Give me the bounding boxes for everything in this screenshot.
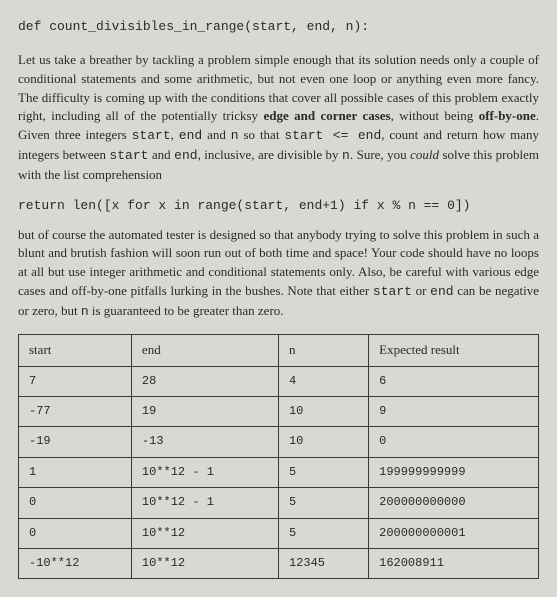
code-line: return len([x for x in range(start, end+… [18,197,539,216]
table-cell: 4 [278,366,368,396]
table-cell: 12345 [278,549,368,579]
table-row: 010**125200000000001 [19,518,539,548]
inline-code: start [132,128,171,143]
table-cell: 7 [19,366,132,396]
table-cell: -13 [131,427,278,457]
table-row: 72846 [19,366,539,396]
text: is guaranteed to be greater than zero. [89,303,284,318]
text: and [202,127,231,142]
table-cell: 199999999999 [369,457,539,487]
table-cell: 0 [19,488,132,518]
table-cell: 0 [369,427,539,457]
table-row: -10**1210**1212345162008911 [19,549,539,579]
examples-table: start end n Expected result 72846-771910… [18,334,539,580]
bold-text: off-by-one [479,108,536,123]
table-cell: 10**12 [131,518,278,548]
inline-code: end [174,148,197,163]
table-cell: 1 [19,457,132,487]
table-cell: 10 [278,397,368,427]
inline-code: n [342,148,350,163]
table-row: 110**12 - 15199999999999 [19,457,539,487]
table-cell: 28 [131,366,278,396]
header-n: n [278,334,368,366]
table-cell: -19 [19,427,132,457]
paragraph-1: Let us take a breather by tackling a pro… [18,51,539,185]
table-cell: 0 [19,518,132,548]
inline-code: start <= end [284,128,381,143]
table-cell: 162008911 [369,549,539,579]
table-cell: -10**12 [19,549,132,579]
table-cell: 10**12 - 1 [131,457,278,487]
italic-text: could [410,147,439,162]
table-cell: -77 [19,397,132,427]
header-end: end [131,334,278,366]
bold-text: edge and corner cases [263,108,390,123]
inline-code: start [373,284,412,299]
function-signature: def count_divisibles_in_range(start, end… [18,18,539,37]
text: or [412,283,430,298]
table-row: 010**12 - 15200000000000 [19,488,539,518]
text: so that [239,127,285,142]
table-cell: 10 [278,427,368,457]
table-cell: 10**12 [131,549,278,579]
header-expected: Expected result [369,334,539,366]
table-cell: 6 [369,366,539,396]
inline-code: n [231,128,239,143]
table-row: -19-13100 [19,427,539,457]
table-cell: 5 [278,488,368,518]
table-cell: 10**12 - 1 [131,488,278,518]
text: , inclusive, are divisible by [198,147,342,162]
header-start: start [19,334,132,366]
table-cell: 19 [131,397,278,427]
table-header-row: start end n Expected result [19,334,539,366]
table-cell: 5 [278,518,368,548]
table-cell: 5 [278,457,368,487]
inline-code: end [430,284,453,299]
text: , [171,127,179,142]
table-cell: 200000000000 [369,488,539,518]
inline-code: start [109,148,148,163]
inline-code: end [179,128,202,143]
table-row: -7719109 [19,397,539,427]
inline-code: n [81,304,89,319]
paragraph-2: but of course the automated tester is de… [18,226,539,322]
text: , without being [391,108,479,123]
table-cell: 200000000001 [369,518,539,548]
text: . Sure, you [350,147,410,162]
table-cell: 9 [369,397,539,427]
text: and [148,147,174,162]
